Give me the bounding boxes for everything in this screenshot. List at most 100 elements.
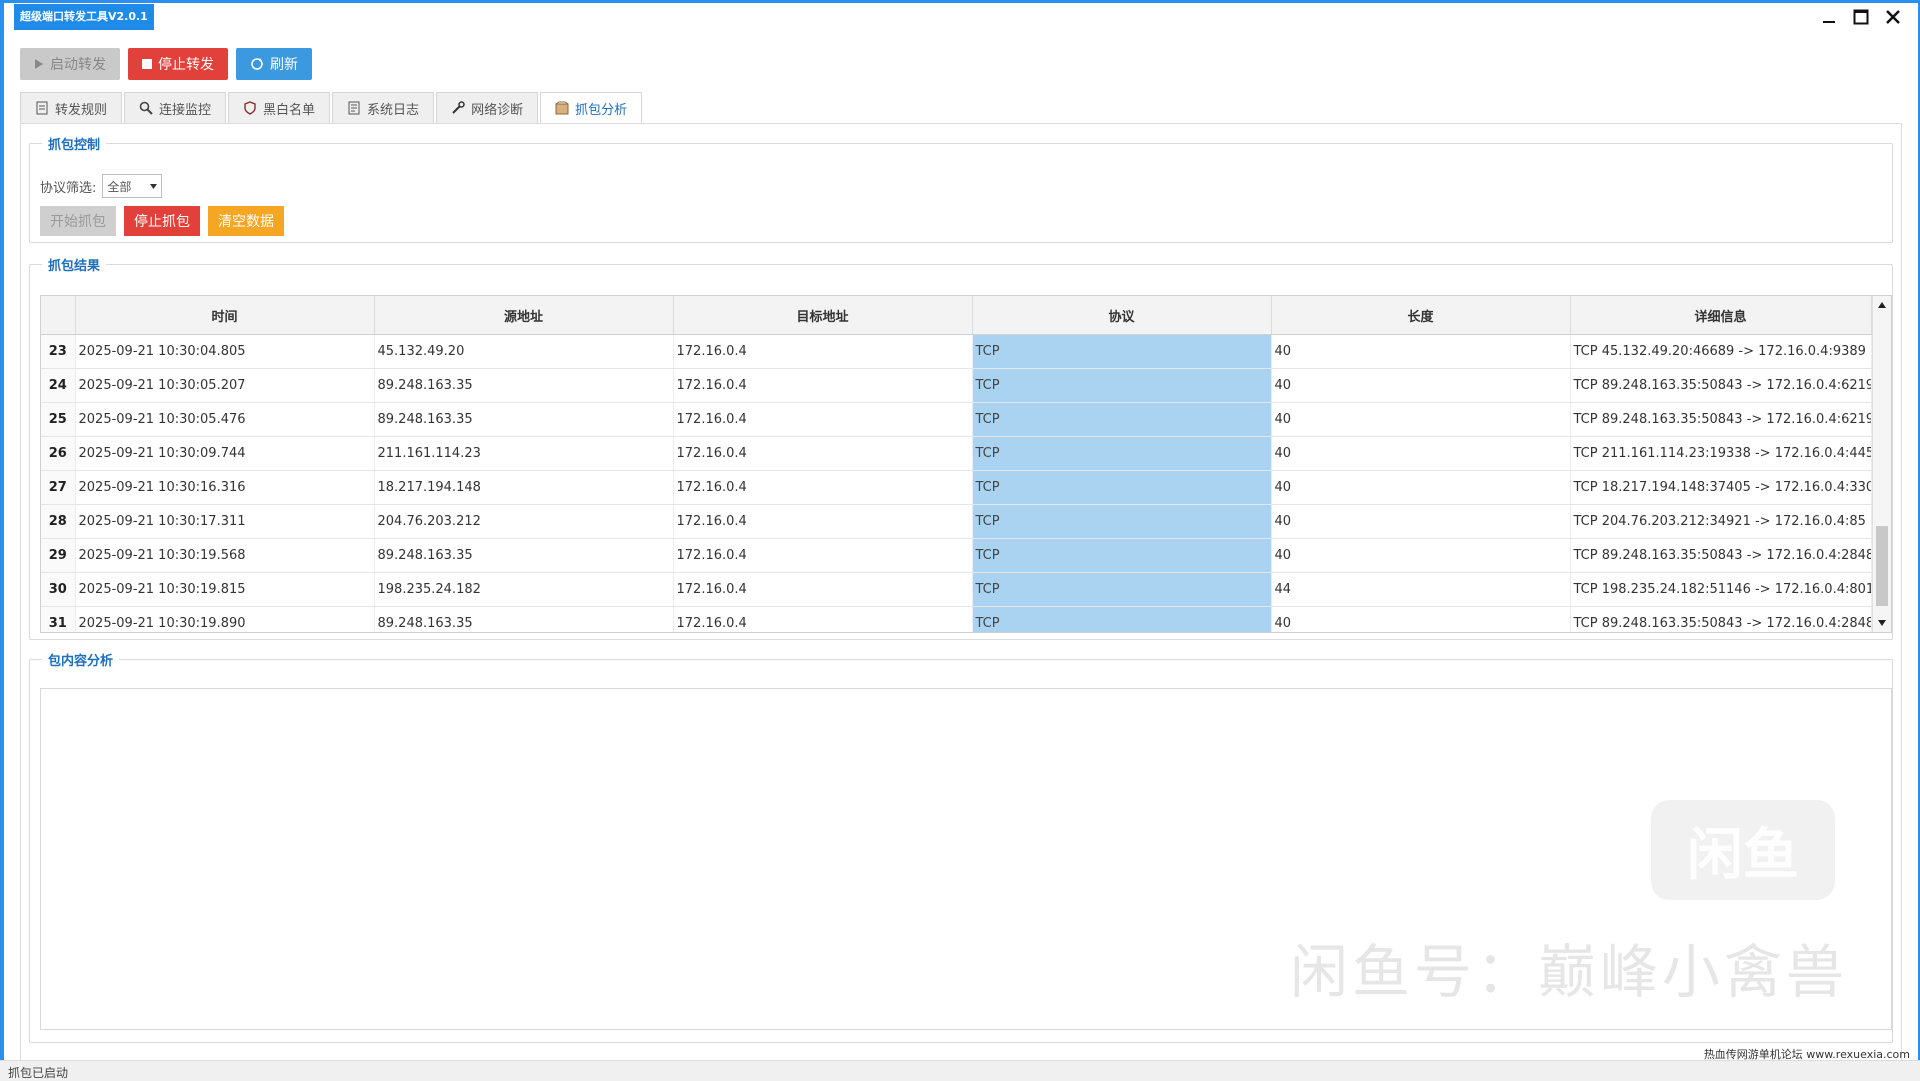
scroll-thumb[interactable] (1876, 526, 1888, 606)
tab-black-white-list[interactable]: 黑白名单 (228, 92, 331, 124)
cell-protocol[interactable]: TCP (972, 436, 1272, 471)
start-forward-button[interactable]: 启动转发 (20, 48, 120, 80)
cell-protocol[interactable]: TCP (972, 368, 1272, 403)
cell-source[interactable]: 89.248.163.35 (374, 402, 674, 437)
maximize-button[interactable] (1850, 6, 1872, 28)
cell-length[interactable]: 40 (1271, 470, 1571, 505)
cell-time[interactable]: 2025-09-21 10:30:09.744 (75, 436, 375, 471)
cell-time[interactable]: 2025-09-21 10:30:19.890 (75, 606, 375, 632)
cell-length[interactable]: 40 (1271, 504, 1571, 539)
tab-connection-monitor[interactable]: 连接监控 (124, 92, 227, 124)
table-header-row: 时间 源地址 目标地址 协议 长度 详细信息 (41, 296, 1872, 335)
cell-time[interactable]: 2025-09-21 10:30:19.815 (75, 572, 375, 607)
cell-details[interactable]: TCP 89.248.163.35:50843 -> 172.16.0.4:62… (1570, 368, 1872, 403)
minimize-button[interactable] (1818, 6, 1840, 28)
column-header-source[interactable]: 源地址 (374, 296, 674, 335)
table-row[interactable]: 23 2025-09-21 10:30:04.805 45.132.49.20 172… (41, 334, 1872, 369)
stop-forward-button[interactable]: 停止转发 (128, 48, 228, 80)
refresh-button[interactable]: 刷新 (236, 48, 312, 80)
cell-destination[interactable]: 172.16.0.4 (673, 470, 973, 505)
cell-length[interactable]: 40 (1271, 436, 1571, 471)
tab-forward-rules[interactable]: 转发规则 (20, 92, 123, 124)
column-header-details[interactable]: 详细信息 (1570, 296, 1872, 335)
table-row[interactable]: 30 2025-09-21 10:30:19.815 198.235.24.182 1… (41, 572, 1872, 607)
cell-time[interactable]: 2025-09-21 10:30:16.316 (75, 470, 375, 505)
cell-length[interactable]: 40 (1271, 402, 1571, 437)
cell-destination[interactable]: 172.16.0.4 (673, 368, 973, 403)
cell-destination[interactable]: 172.16.0.4 (673, 436, 973, 471)
cell-destination[interactable]: 172.16.0.4 (673, 572, 973, 607)
table-row[interactable]: 26 2025-09-21 10:30:09.744 211.161.114.23 1… (41, 436, 1872, 471)
protocol-filter-select[interactable]: 全部 (102, 174, 163, 198)
cell-protocol[interactable]: TCP (972, 606, 1272, 632)
cell-destination[interactable]: 172.16.0.4 (673, 606, 973, 632)
table-row[interactable]: 29 2025-09-21 10:30:19.568 89.248.163.35 17… (41, 538, 1872, 573)
column-header-destination[interactable]: 目标地址 (673, 296, 973, 335)
cell-length[interactable]: 40 (1271, 538, 1571, 573)
cell-details[interactable]: TCP 89.248.163.35:50843 -> 172.16.0.4:62… (1570, 402, 1872, 437)
cell-source[interactable]: 18.217.194.148 (374, 470, 674, 505)
cell-time[interactable]: 2025-09-21 10:30:05.207 (75, 368, 375, 403)
cell-source[interactable]: 198.235.24.182 (374, 572, 674, 607)
row-number[interactable]: 26 (41, 436, 76, 471)
scroll-up-arrow[interactable] (1873, 296, 1891, 314)
cell-time[interactable]: 2025-09-21 10:30:17.311 (75, 504, 375, 539)
tab-system-log[interactable]: 系统日志 (332, 92, 435, 124)
tab-packet-analysis[interactable]: 抓包分析 (540, 92, 643, 124)
cell-length[interactable]: 44 (1271, 572, 1571, 607)
cell-source[interactable]: 45.132.49.20 (374, 334, 674, 369)
row-number[interactable]: 28 (41, 504, 76, 539)
cell-details[interactable]: TCP 18.217.194.148:37405 -> 172.16.0.4:3… (1570, 470, 1872, 505)
table-row[interactable]: 31 2025-09-21 10:30:19.890 89.248.163.35 17… (41, 606, 1872, 632)
cell-source[interactable]: 89.248.163.35 (374, 606, 674, 632)
cell-time[interactable]: 2025-09-21 10:30:05.476 (75, 402, 375, 437)
cell-protocol[interactable]: TCP (972, 470, 1272, 505)
cell-protocol[interactable]: TCP (972, 538, 1272, 573)
cell-time[interactable]: 2025-09-21 10:30:19.568 (75, 538, 375, 573)
cell-details[interactable]: TCP 198.235.24.182:51146 -> 172.16.0.4:8… (1570, 572, 1872, 607)
tab-network-diagnosis[interactable]: 网络诊断 (436, 92, 539, 124)
cell-source[interactable]: 204.76.203.212 (374, 504, 674, 539)
close-button[interactable] (1882, 6, 1904, 28)
cell-details[interactable]: TCP 45.132.49.20:46689 -> 172.16.0.4:938… (1570, 334, 1872, 369)
cell-details[interactable]: TCP 89.248.163.35:50843 -> 172.16.0.4:28… (1570, 606, 1872, 632)
row-number[interactable]: 27 (41, 470, 76, 505)
cell-time[interactable]: 2025-09-21 10:30:04.805 (75, 334, 375, 369)
cell-length[interactable]: 40 (1271, 368, 1571, 403)
column-header-length[interactable]: 长度 (1271, 296, 1571, 335)
cell-destination[interactable]: 172.16.0.4 (673, 402, 973, 437)
cell-protocol[interactable]: TCP (972, 402, 1272, 437)
stop-capture-button[interactable]: 停止抓包 (124, 206, 200, 236)
row-number[interactable]: 24 (41, 368, 76, 403)
row-number[interactable]: 29 (41, 538, 76, 573)
cell-details[interactable]: TCP 211.161.114.23:19338 -> 172.16.0.4:4… (1570, 436, 1872, 471)
table-row[interactable]: 25 2025-09-21 10:30:05.476 89.248.163.35 17… (41, 402, 1872, 437)
cell-protocol[interactable]: TCP (972, 334, 1272, 369)
table-row[interactable]: 24 2025-09-21 10:30:05.207 89.248.163.35 17… (41, 368, 1872, 403)
row-number[interactable]: 31 (41, 606, 76, 632)
cell-destination[interactable]: 172.16.0.4 (673, 334, 973, 369)
cell-destination[interactable]: 172.16.0.4 (673, 538, 973, 573)
cell-protocol[interactable]: TCP (972, 504, 1272, 539)
table-row[interactable]: 27 2025-09-21 10:30:16.316 18.217.194.148 1… (41, 470, 1872, 505)
row-number[interactable]: 23 (41, 334, 76, 369)
cell-source[interactable]: 89.248.163.35 (374, 538, 674, 573)
cell-details[interactable]: TCP 204.76.203.212:34921 -> 172.16.0.4:8… (1570, 504, 1872, 539)
row-number[interactable]: 30 (41, 572, 76, 607)
table-scrollbar[interactable] (1872, 296, 1891, 632)
row-number[interactable]: 25 (41, 402, 76, 437)
cell-destination[interactable]: 172.16.0.4 (673, 504, 973, 539)
start-capture-button[interactable]: 开始抓包 (40, 206, 116, 236)
cell-source[interactable]: 89.248.163.35 (374, 368, 674, 403)
cell-length[interactable]: 40 (1271, 606, 1571, 632)
cell-length[interactable]: 40 (1271, 334, 1571, 369)
cell-details[interactable]: TCP 89.248.163.35:50843 -> 172.16.0.4:28… (1570, 538, 1872, 573)
cell-protocol[interactable]: TCP (972, 572, 1272, 607)
tab-label: 转发规则 (55, 102, 108, 118)
column-header-time[interactable]: 时间 (75, 296, 375, 335)
cell-source[interactable]: 211.161.114.23 (374, 436, 674, 471)
scroll-down-arrow[interactable] (1873, 614, 1891, 632)
table-row[interactable]: 28 2025-09-21 10:30:17.311 204.76.203.212 1… (41, 504, 1872, 539)
column-header-protocol[interactable]: 协议 (972, 296, 1272, 335)
clear-data-button[interactable]: 清空数据 (208, 206, 284, 236)
